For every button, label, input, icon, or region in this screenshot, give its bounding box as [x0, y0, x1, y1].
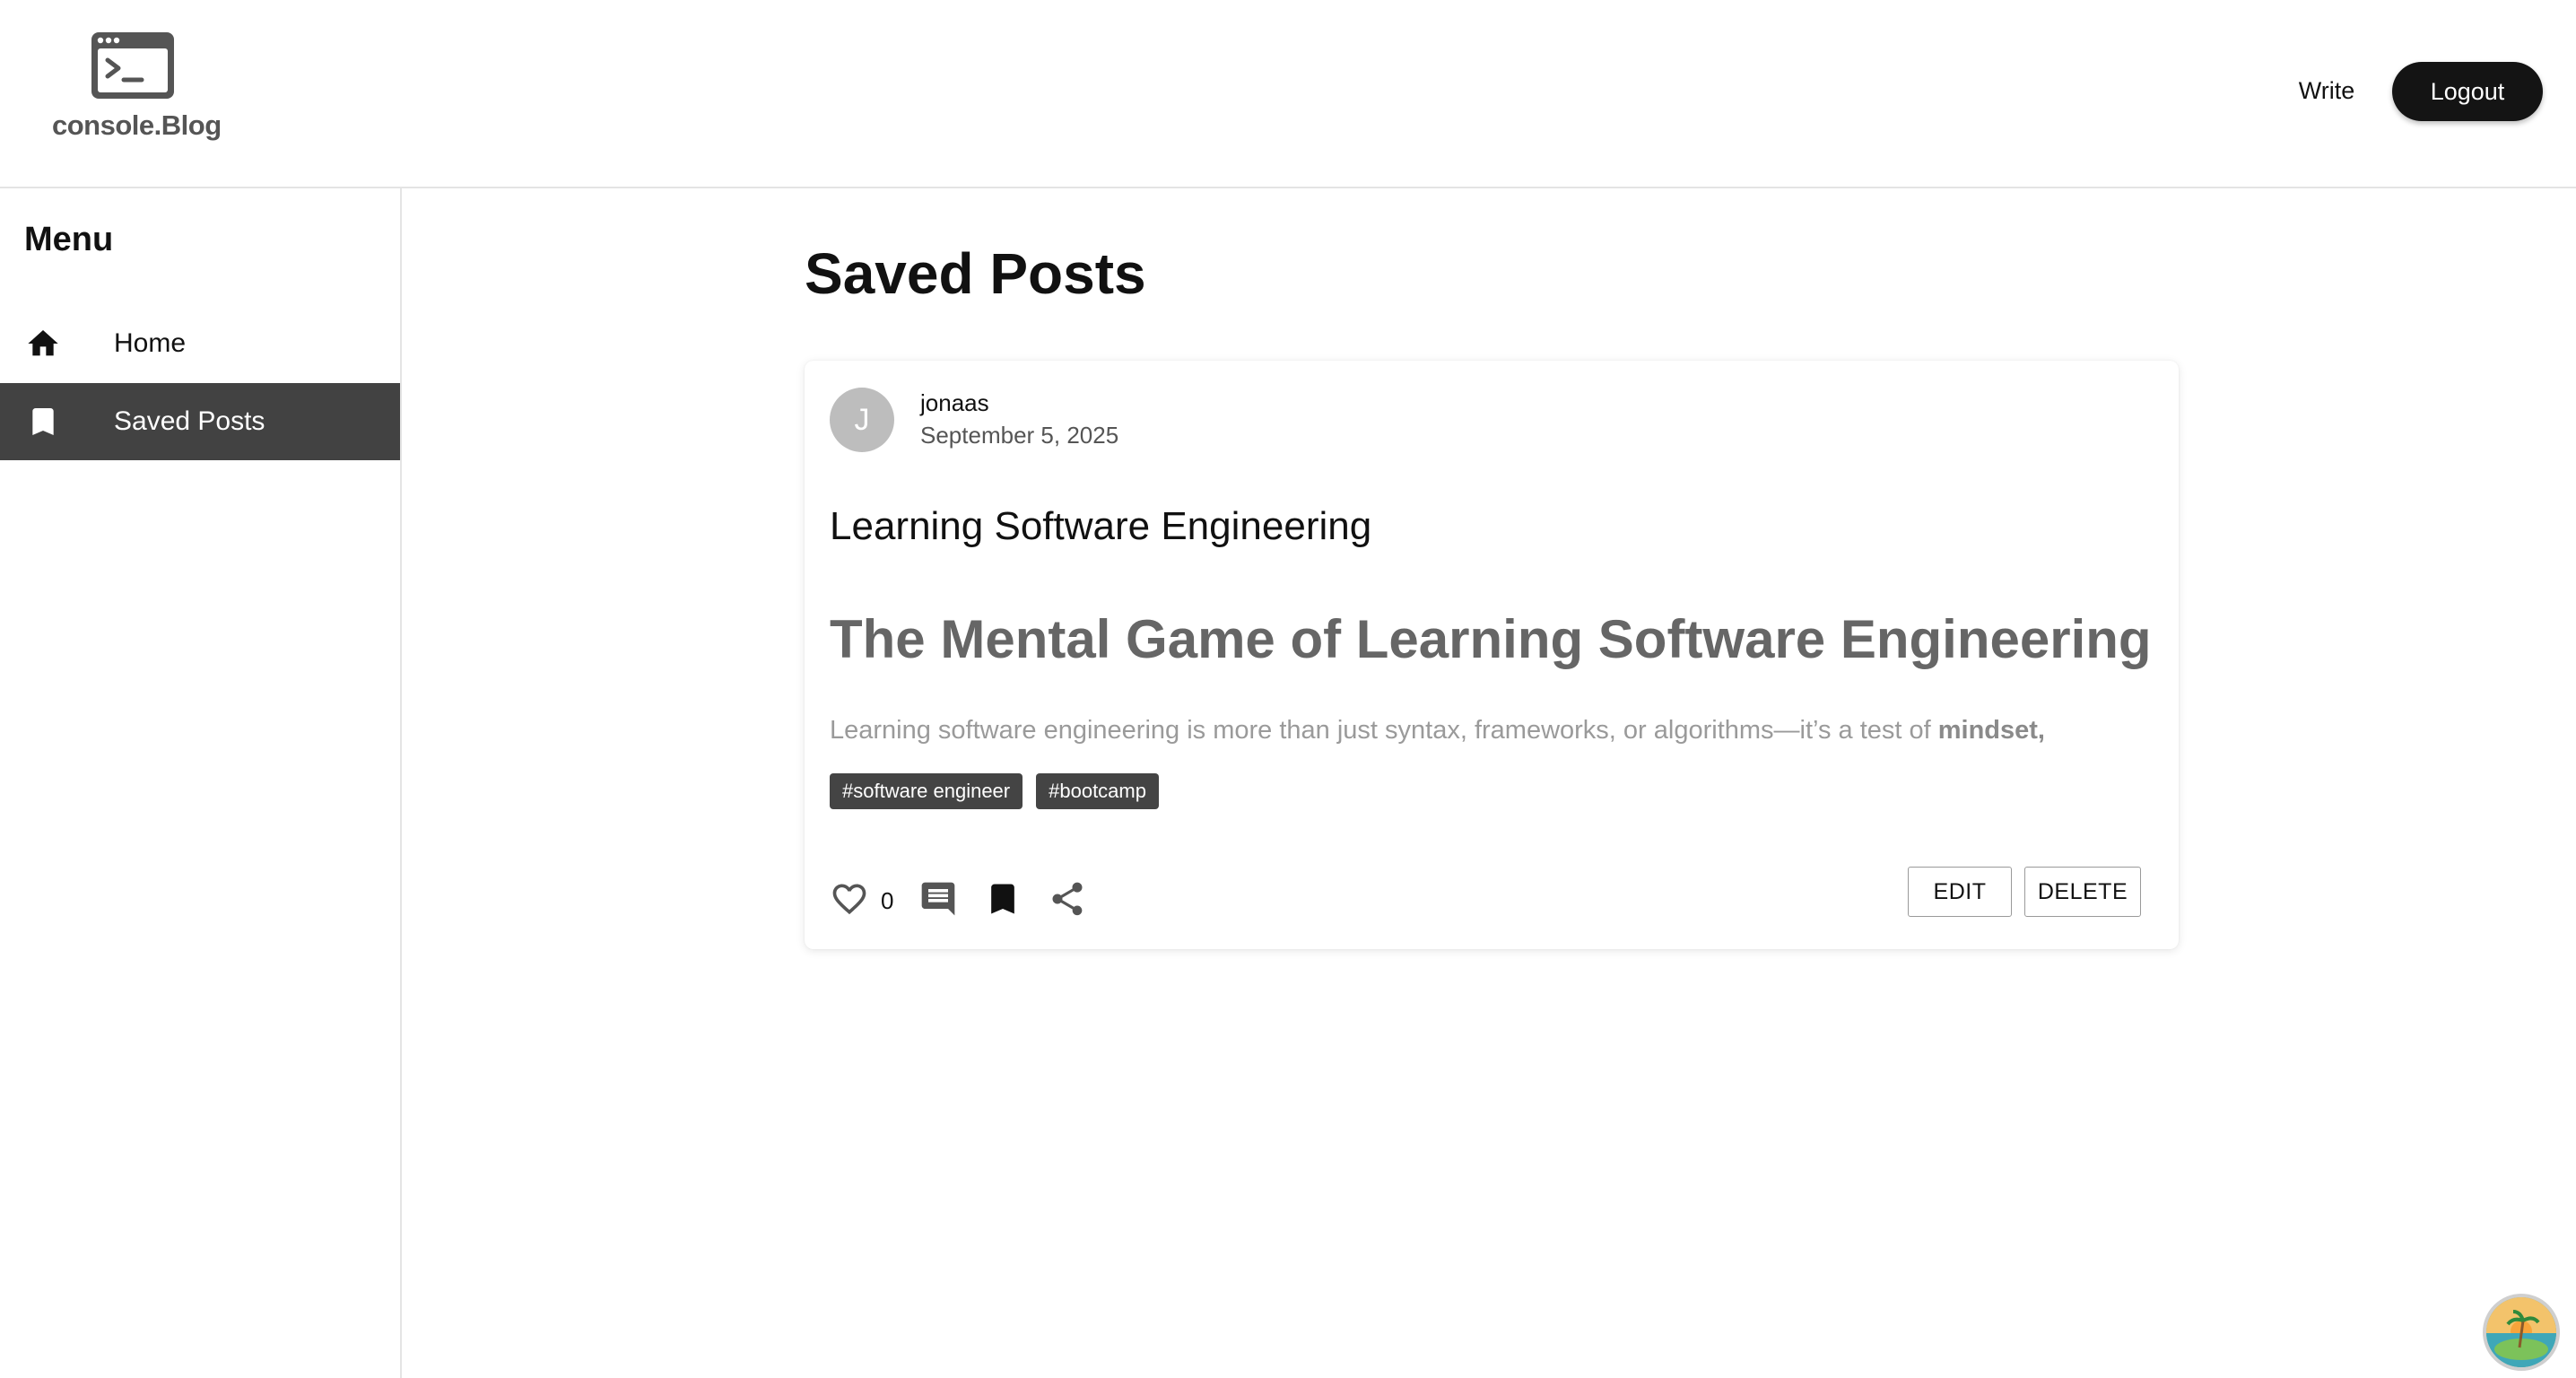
top-header: console.Blog Write Logout — [0, 0, 2576, 188]
logout-button[interactable]: Logout — [2392, 62, 2543, 121]
bookmark-icon[interactable] — [983, 879, 1023, 919]
avatar[interactable]: J — [830, 388, 894, 452]
edit-button[interactable]: EDIT — [1908, 867, 2012, 917]
post-date: September 5, 2025 — [920, 422, 1119, 449]
post-heading: The Mental Game of Learning Software Eng… — [830, 609, 2152, 669]
post-excerpt: Learning software engineering is more th… — [830, 716, 2157, 746]
tag-chip[interactable]: #software engineer — [830, 773, 1023, 809]
logo-text: console.Blog — [52, 109, 222, 141]
sidebar-item-label: Saved Posts — [114, 406, 265, 436]
island-icon — [2486, 1297, 2556, 1367]
excerpt-text: Learning software engineering is more th… — [830, 716, 1938, 745]
post-title[interactable]: Learning Software Engineering — [830, 504, 1371, 549]
write-link[interactable]: Write — [2276, 72, 2377, 109]
home-icon — [28, 330, 58, 356]
post-card[interactable]: J jonaas September 5, 2025 Learning Soft… — [805, 361, 2179, 949]
author-name[interactable]: jonaas — [920, 389, 989, 417]
sidebar-item-label: Home — [114, 328, 187, 358]
heart-icon[interactable] — [830, 879, 869, 919]
like-count: 0 — [881, 887, 894, 914]
bookmark-icon — [32, 408, 54, 435]
comment-icon[interactable] — [918, 879, 958, 919]
tag-chip[interactable]: #bootcamp — [1036, 773, 1159, 809]
sidebar-item-home[interactable]: Home — [0, 305, 400, 382]
floating-widget-button[interactable] — [2483, 1294, 2560, 1371]
share-icon[interactable] — [1048, 879, 1087, 919]
menu-title: Menu — [24, 221, 114, 258]
delete-button[interactable]: DELETE — [2024, 867, 2141, 917]
sidebar-item-saved-posts[interactable]: Saved Posts — [0, 383, 400, 460]
tag-list: #software engineer #bootcamp — [830, 773, 1159, 809]
excerpt-bold-text: mindset, — [1937, 716, 2045, 745]
terminal-icon — [91, 32, 174, 99]
sidebar: Menu Home Saved Posts — [0, 188, 402, 1378]
page-title: Saved Posts — [805, 241, 1146, 306]
site-logo[interactable]: console.Blog — [52, 31, 222, 147]
